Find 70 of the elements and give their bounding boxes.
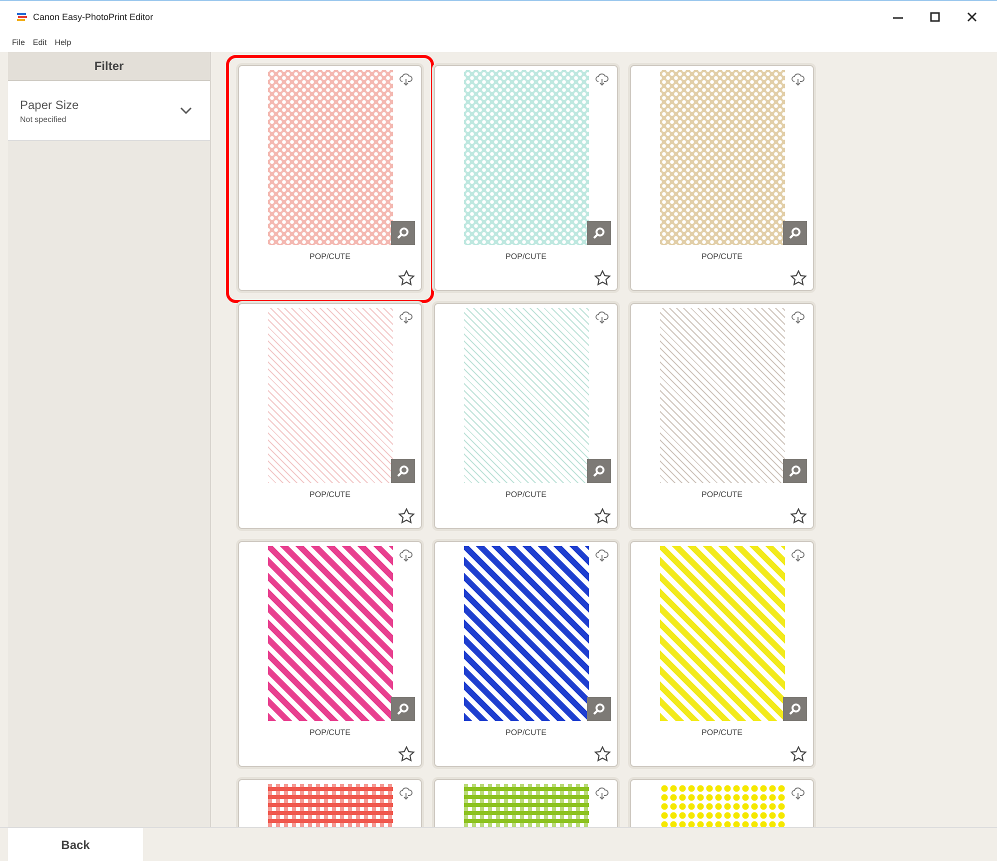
menu-item[interactable]: File xyxy=(12,38,25,46)
template-category: POP/CUTE xyxy=(504,728,548,737)
template-category: POP/CUTE xyxy=(308,490,352,499)
favorite-star-icon[interactable] xyxy=(790,746,807,762)
template-card[interactable]: POP/CUTE xyxy=(434,541,618,767)
cloud-download-icon[interactable] xyxy=(791,73,805,86)
filter-label: Paper Size xyxy=(20,98,79,112)
search-icon xyxy=(788,226,802,240)
template-category: POP/CUTE xyxy=(308,728,352,737)
favorite-star-icon[interactable] xyxy=(398,746,415,762)
zoom-button[interactable] xyxy=(783,697,807,721)
zoom-button[interactable] xyxy=(391,697,415,721)
cloud-download-icon[interactable] xyxy=(595,549,609,562)
favorite-star-icon[interactable] xyxy=(594,746,611,762)
cloud-download-icon[interactable] xyxy=(399,311,413,324)
menu-item[interactable]: Help xyxy=(54,38,72,46)
search-icon xyxy=(788,702,802,716)
cloud-download-icon[interactable] xyxy=(791,787,805,800)
cloud-download-icon[interactable] xyxy=(399,787,413,800)
search-icon xyxy=(592,702,606,716)
template-card[interactable]: POP/CUTE xyxy=(238,541,422,767)
favorite-star-icon[interactable] xyxy=(790,508,807,524)
cloud-download-icon[interactable] xyxy=(399,73,413,86)
close-button[interactable] xyxy=(967,12,977,22)
zoom-button[interactable] xyxy=(783,221,807,245)
template-card[interactable]: POP/CUTE xyxy=(238,65,422,291)
favorite-star-icon[interactable] xyxy=(594,508,611,524)
search-icon xyxy=(592,226,606,240)
template-category: POP/CUTE xyxy=(700,252,744,261)
favorite-star-icon[interactable] xyxy=(398,508,415,524)
cloud-download-icon[interactable] xyxy=(791,549,805,562)
cloud-download-icon[interactable] xyxy=(791,311,805,324)
back-button[interactable]: Back xyxy=(8,828,143,861)
favorite-star-icon[interactable] xyxy=(398,270,415,286)
app-logo-icon xyxy=(16,12,28,21)
template-card[interactable]: POP/CUTE xyxy=(630,65,814,291)
zoom-button[interactable] xyxy=(391,459,415,483)
zoom-button[interactable] xyxy=(783,459,807,483)
zoom-button[interactable] xyxy=(587,697,611,721)
window-title: Canon Easy-PhotoPrint Editor xyxy=(33,12,154,22)
search-icon xyxy=(396,702,410,716)
template-category: POP/CUTE xyxy=(308,252,352,261)
filter-value: Not specified xyxy=(20,114,68,124)
menu-item[interactable]: Edit xyxy=(32,38,47,46)
filter-header: Filter xyxy=(8,52,210,81)
template-card[interactable]: POP/CUTE xyxy=(630,303,814,529)
template-category: POP/CUTE xyxy=(504,252,548,261)
cloud-download-icon[interactable] xyxy=(595,311,609,324)
zoom-button[interactable] xyxy=(391,221,415,245)
zoom-button[interactable] xyxy=(587,221,611,245)
favorite-star-icon[interactable] xyxy=(594,270,611,286)
search-icon xyxy=(592,464,606,478)
template-category: POP/CUTE xyxy=(700,490,744,499)
template-card[interactable]: POP/CUTE xyxy=(630,541,814,767)
search-icon xyxy=(788,464,802,478)
template-category: POP/CUTE xyxy=(700,728,744,737)
template-card[interactable]: POP/CUTE xyxy=(434,65,618,291)
cloud-download-icon[interactable] xyxy=(595,73,609,86)
maximize-button[interactable] xyxy=(930,12,940,22)
template-card[interactable]: POP/CUTE xyxy=(434,303,618,529)
favorite-star-icon[interactable] xyxy=(790,270,807,286)
chevron-icon xyxy=(180,107,192,114)
search-icon xyxy=(396,464,410,478)
template-category: POP/CUTE xyxy=(504,490,548,499)
search-icon xyxy=(396,226,410,240)
template-card[interactable]: POP/CUTE xyxy=(238,303,422,529)
zoom-button[interactable] xyxy=(587,459,611,483)
cloud-download-icon[interactable] xyxy=(399,549,413,562)
filter-dropdown[interactable]: Paper Size Not specified xyxy=(8,81,210,141)
cloud-download-icon[interactable] xyxy=(595,787,609,800)
